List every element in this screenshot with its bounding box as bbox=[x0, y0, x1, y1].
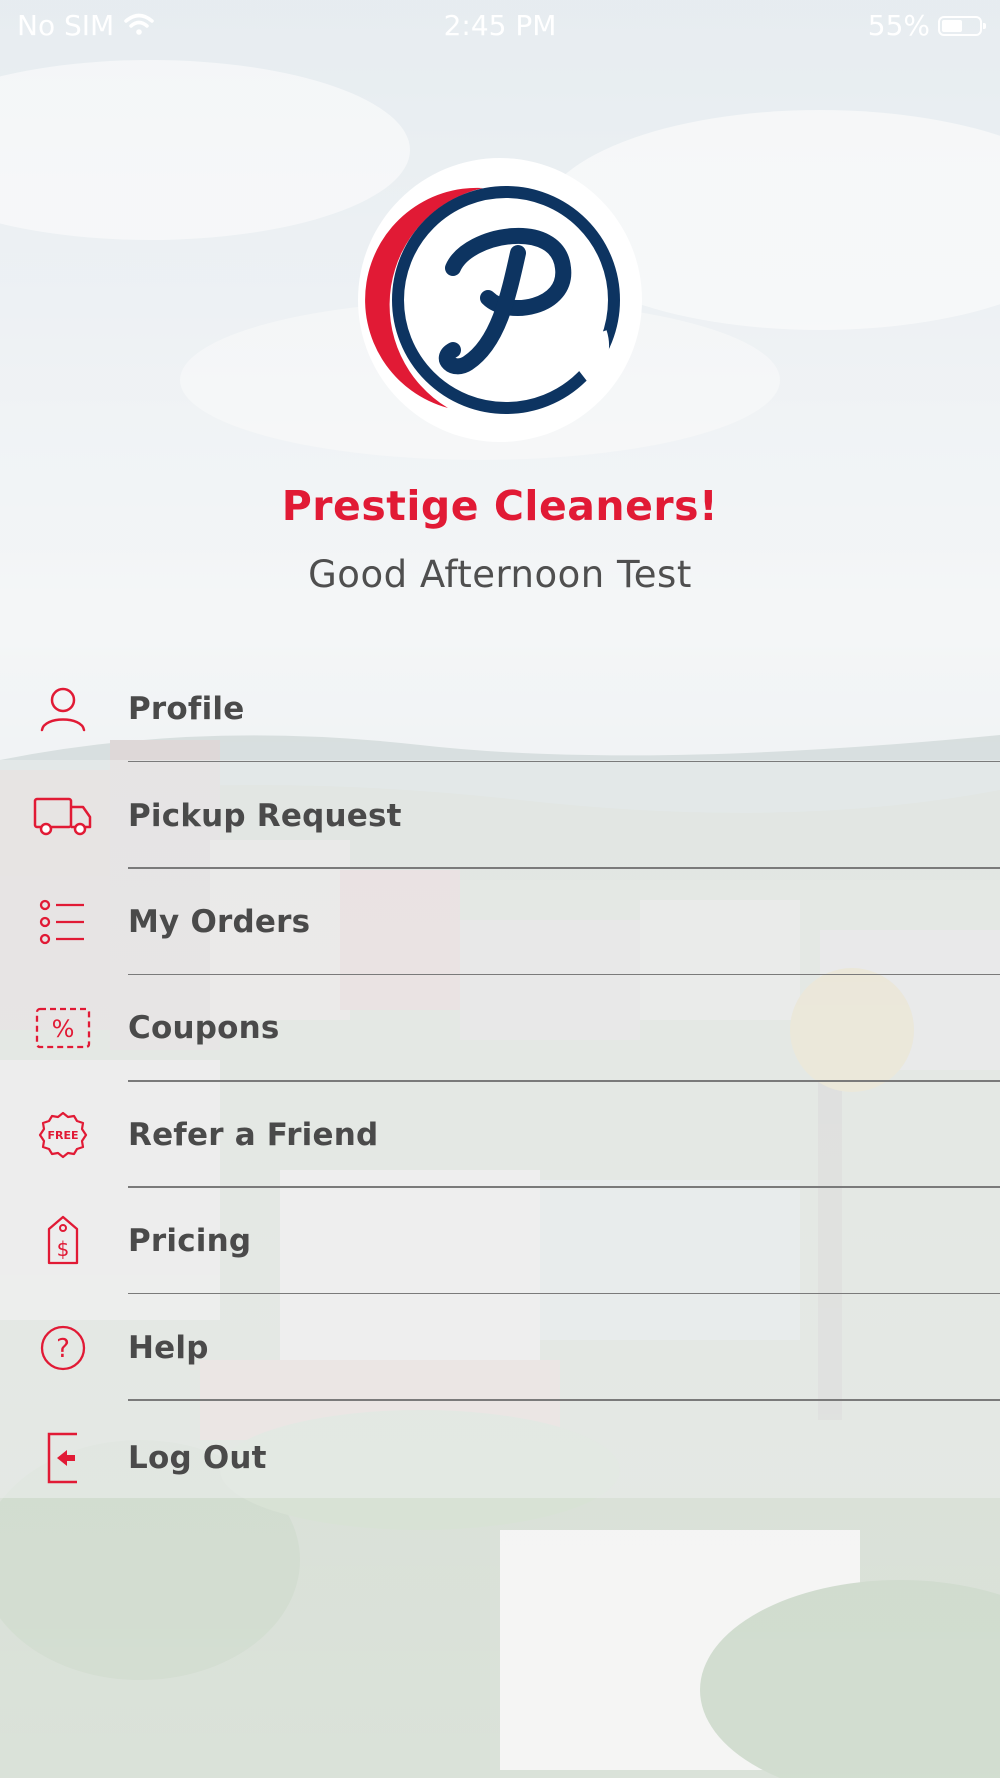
menu-item-profile[interactable]: Profile bbox=[0, 656, 1000, 763]
battery-level bbox=[942, 19, 962, 32]
status-bar: No SIM 2:45 PM 55% bbox=[0, 0, 1000, 50]
menu-item-refer-a-friend[interactable]: FREE Refer a Friend bbox=[0, 1082, 1000, 1188]
brand-title: Prestige Cleaners! bbox=[281, 482, 719, 530]
menu-item-label: Pickup Request bbox=[128, 797, 402, 834]
help-symbol: ? bbox=[56, 1334, 70, 1364]
status-battery-group: 55% bbox=[867, 9, 986, 42]
percent-coupon-icon: % bbox=[30, 998, 96, 1058]
menu-item-pickup-request[interactable]: Pickup Request bbox=[0, 762, 1000, 869]
menu-item-coupons[interactable]: % Coupons bbox=[0, 975, 1000, 1082]
menu-item-label: Help bbox=[128, 1329, 209, 1366]
greeting-text: Good Afternoon Test bbox=[308, 553, 692, 596]
coupon-symbol: % bbox=[52, 1015, 75, 1043]
menu-item-help[interactable]: ? Help bbox=[0, 1294, 1000, 1401]
menu-item-label: Coupons bbox=[128, 1010, 280, 1047]
list-icon bbox=[30, 892, 96, 952]
menu-item-label: Refer a Friend bbox=[128, 1116, 379, 1153]
question-icon: ? bbox=[30, 1318, 96, 1378]
logout-icon bbox=[30, 1428, 96, 1488]
brand-logo bbox=[358, 158, 642, 442]
price-symbol: $ bbox=[57, 1237, 70, 1261]
battery-icon bbox=[938, 15, 986, 36]
menu-item-label: Profile bbox=[128, 691, 245, 728]
truck-icon bbox=[30, 786, 96, 846]
menu-item-log-out[interactable]: Log Out bbox=[0, 1401, 1000, 1515]
free-badge-text: FREE bbox=[47, 1129, 78, 1142]
menu-item-label: Log Out bbox=[128, 1439, 267, 1476]
menu-item-label: My Orders bbox=[128, 903, 311, 940]
side-menu: Profile Pickup Request My Orders % Coupo… bbox=[0, 656, 1000, 1515]
person-icon bbox=[30, 679, 96, 739]
menu-item-my-orders[interactable]: My Orders bbox=[0, 869, 1000, 976]
menu-item-label: Pricing bbox=[128, 1223, 252, 1260]
price-tag-icon: $ bbox=[30, 1211, 96, 1271]
battery-percent: 55% bbox=[867, 9, 930, 42]
status-time: 2:45 PM bbox=[443, 9, 557, 42]
free-badge-icon: FREE bbox=[30, 1105, 96, 1165]
menu-item-pricing[interactable]: $ Pricing bbox=[0, 1188, 1000, 1295]
